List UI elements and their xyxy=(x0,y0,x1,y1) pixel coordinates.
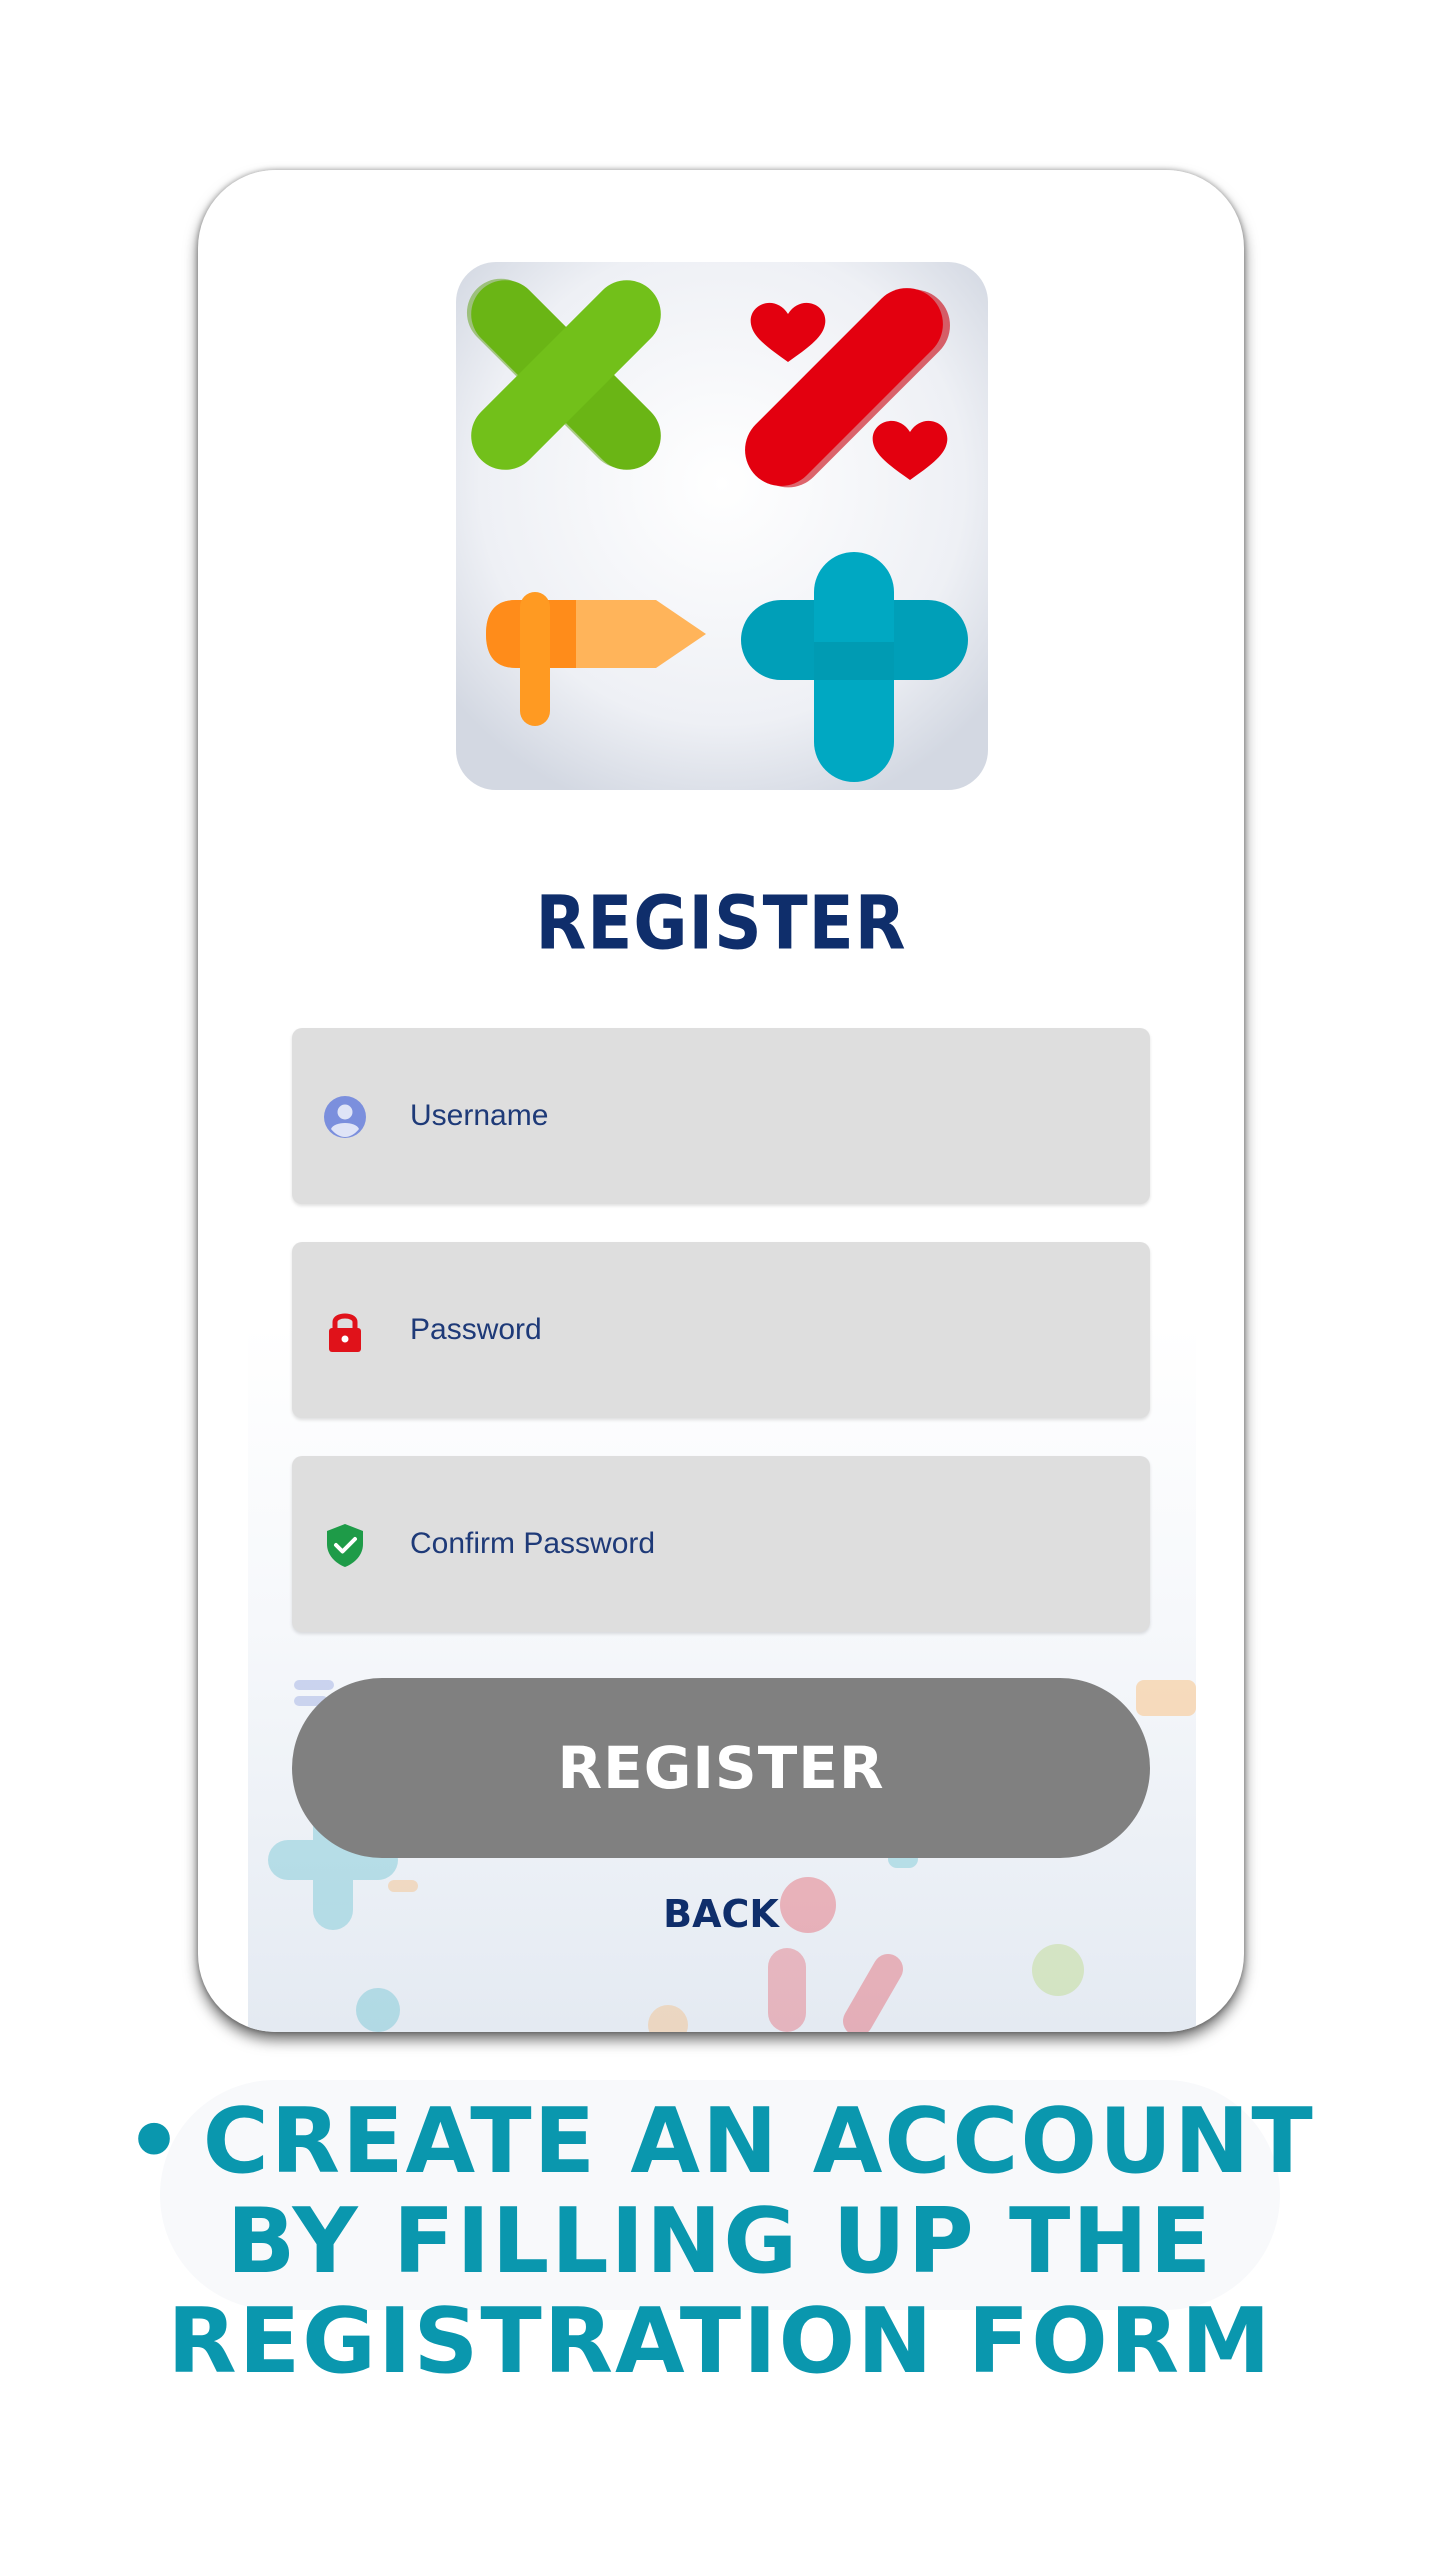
confirm-password-placeholder: Confirm Password xyxy=(410,1527,656,1560)
password-field[interactable]: Password xyxy=(292,1242,1150,1418)
back-link[interactable]: BACK xyxy=(198,1892,1244,1936)
username-field[interactable]: Username xyxy=(292,1028,1150,1204)
shield-check-icon xyxy=(322,1522,368,1568)
caption: • Create an account by filling up the reg… xyxy=(120,2092,1320,2392)
app-logo xyxy=(456,262,988,790)
user-icon xyxy=(322,1094,368,1140)
password-placeholder: Password xyxy=(410,1313,542,1346)
lock-icon xyxy=(322,1308,368,1354)
phone-frame: REGISTER Username Password Confirm Passw… xyxy=(198,170,1244,2032)
math-symbols-logo xyxy=(456,262,988,790)
caption-text: Create an account by filling up the regi… xyxy=(167,2089,1315,2394)
register-button[interactable]: REGISTER xyxy=(292,1678,1150,1858)
confirm-password-field[interactable]: Confirm Password xyxy=(292,1456,1150,1632)
page-title: REGISTER xyxy=(535,880,907,967)
caption-bullet: • xyxy=(125,2089,185,2194)
username-placeholder: Username xyxy=(410,1099,549,1132)
